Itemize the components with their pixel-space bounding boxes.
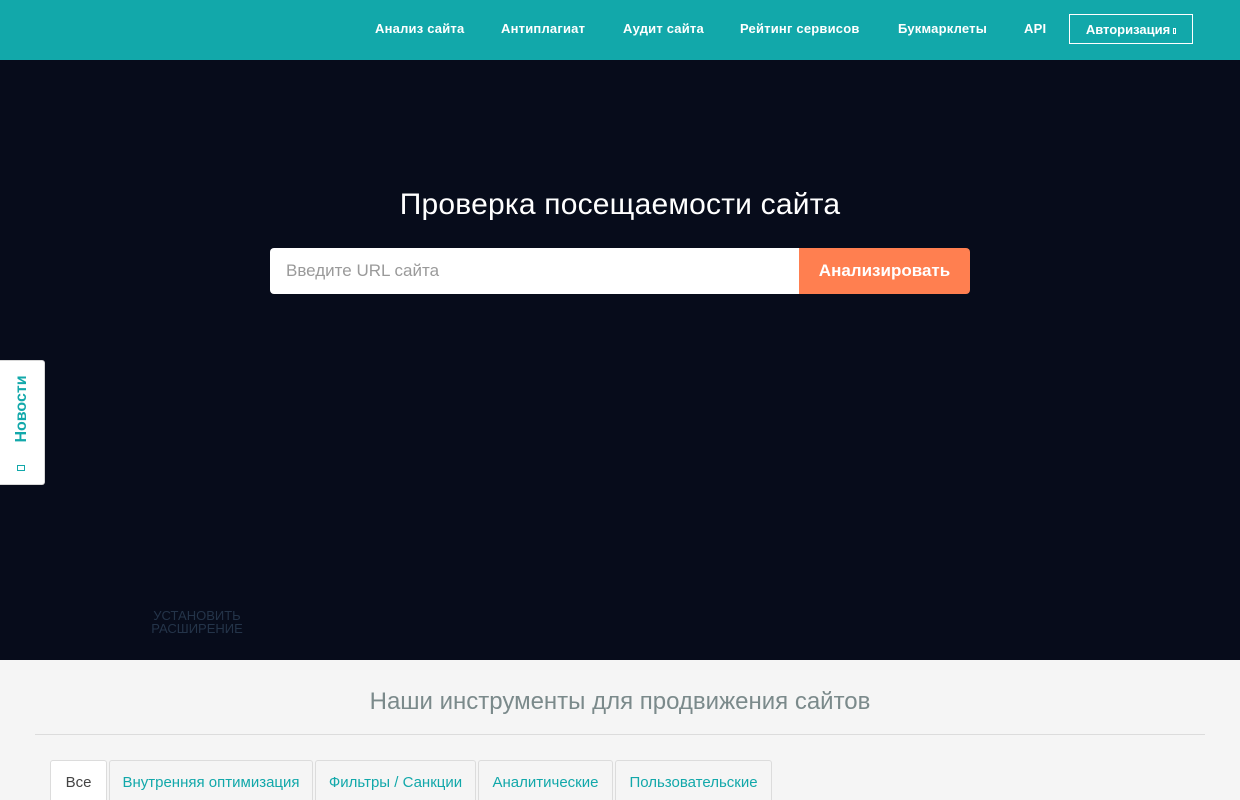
analyze-button[interactable]: Анализировать <box>799 248 970 294</box>
nav-link-services-rating[interactable]: Рейтинг сервисов <box>740 0 860 57</box>
top-navbar: Анализ сайта Антиплагиат Аудит сайта Рей… <box>0 0 1240 60</box>
nav-link-api[interactable]: API <box>1024 0 1046 57</box>
tab-analytics[interactable]: Аналитические <box>478 760 613 800</box>
hero-section: Проверка посещаемости сайта Анализироват… <box>0 60 1240 660</box>
news-icon <box>17 465 25 471</box>
install-extension-link[interactable]: Установить расширение <box>130 609 264 635</box>
nav-link-bookmarklets[interactable]: Букмарклеты <box>898 0 987 57</box>
tab-user-tools[interactable]: Пользовательские <box>615 760 772 800</box>
login-button-label: Авторизация <box>1085 21 1171 37</box>
tab-internal-optimization[interactable]: Внутренняя оптимизация <box>109 760 313 800</box>
news-side-tab[interactable]: Новости <box>0 360 45 485</box>
nav-link-site-audit[interactable]: Аудит сайта <box>623 0 704 57</box>
tools-heading: Наши инструменты для продвижения сайтов <box>369 688 871 715</box>
tab-all[interactable]: Все <box>50 760 107 800</box>
news-tab-label: Новости <box>13 375 30 443</box>
url-input[interactable] <box>270 248 800 294</box>
install-extension-line2: расширение <box>151 621 243 636</box>
nav-link-site-analysis[interactable]: Анализ сайта <box>375 0 464 57</box>
section-divider <box>35 734 1205 735</box>
nav-link-antiplagiarism[interactable]: Антиплагиат <box>501 0 585 57</box>
chevron-down-icon <box>1173 27 1177 34</box>
page-title: Проверка посещаемости сайта <box>399 188 841 221</box>
tools-section: Наши инструменты для продвижения сайтов … <box>0 660 1240 800</box>
tab-filters-sanctions[interactable]: Фильтры / Санкции <box>315 760 476 800</box>
login-button[interactable]: Авторизация <box>1069 14 1193 44</box>
